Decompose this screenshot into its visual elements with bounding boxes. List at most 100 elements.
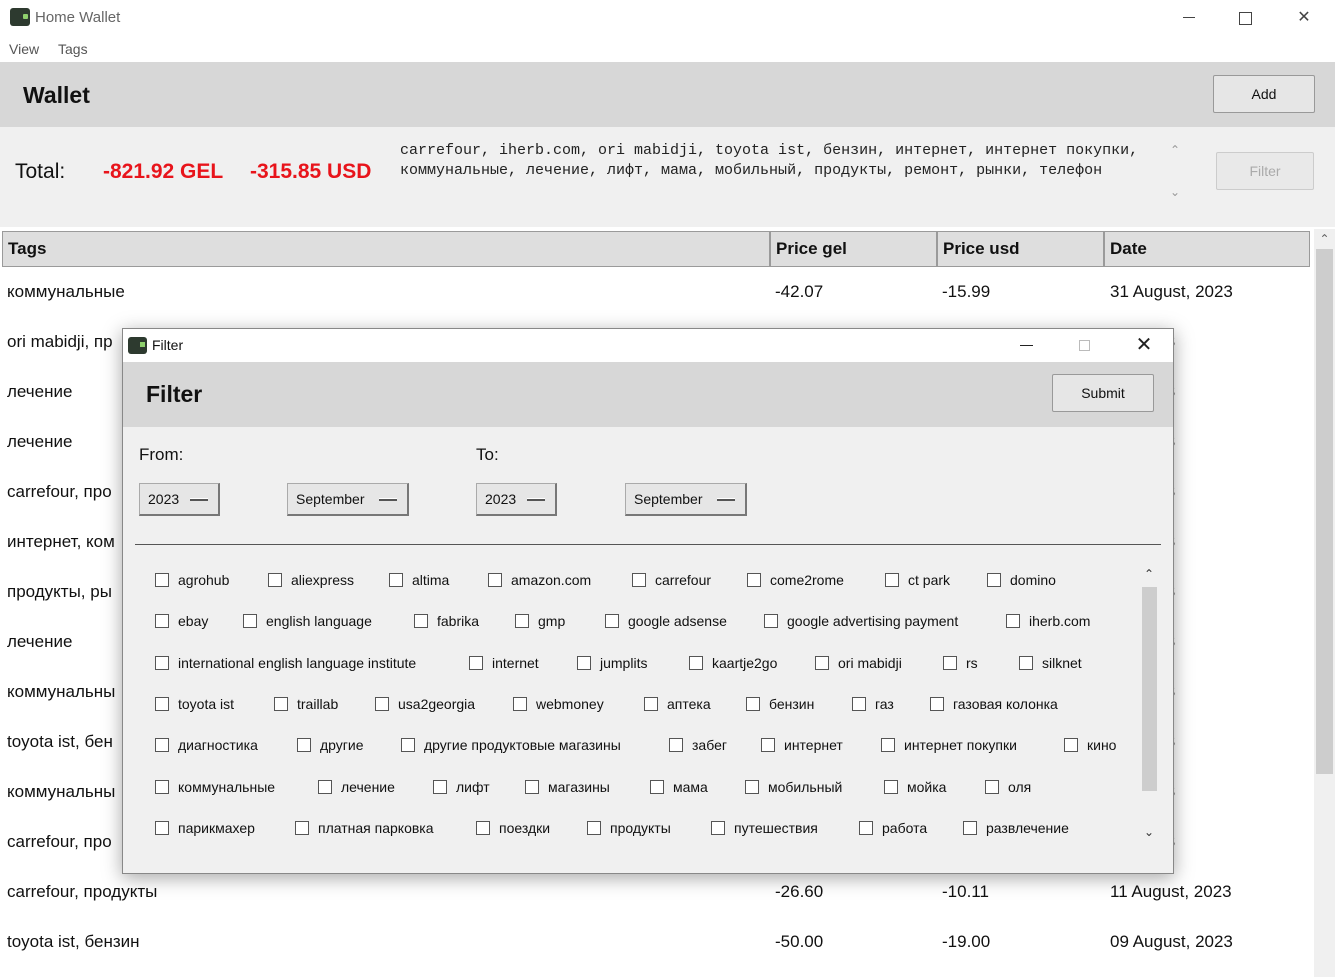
dropdown-icon — [379, 498, 397, 501]
checkbox-box[interactable] — [433, 779, 447, 794]
checkbox-box[interactable] — [155, 738, 169, 753]
cell-date: 31 August, 2023 — [1110, 282, 1233, 301]
checkbox-box[interactable] — [985, 779, 999, 794]
checkbox-box[interactable] — [389, 573, 403, 587]
checkbox-box[interactable] — [515, 614, 529, 629]
checkbox-box[interactable] — [476, 820, 490, 835]
to-year-select[interactable]: 2023 — [476, 483, 557, 516]
checkbox-box[interactable] — [155, 655, 169, 670]
checkbox-box[interactable] — [375, 696, 389, 711]
scrollbar-thumb[interactable] — [1142, 587, 1157, 791]
checkbox-box[interactable] — [885, 573, 899, 587]
checkbox-box[interactable] — [401, 738, 415, 753]
checkbox-box[interactable] — [295, 820, 309, 835]
checkbox-box[interactable] — [815, 655, 829, 670]
checklist-scrollbar[interactable]: ⌃ ⌄ — [1140, 565, 1158, 850]
checkbox-box[interactable] — [318, 779, 332, 794]
tags-summary: carrefour, iherb.com, ori mabidji, toyot… — [400, 142, 1139, 179]
checkbox-box[interactable] — [747, 573, 761, 587]
wallet-header: Wallet Add — [0, 62, 1335, 127]
checkbox-box[interactable] — [274, 696, 288, 711]
checkbox-box[interactable] — [632, 573, 646, 587]
checkbox-box[interactable] — [513, 696, 527, 711]
checkbox-label: газовая колонка — [953, 695, 1058, 712]
checkbox-box[interactable] — [155, 696, 169, 711]
scroll-up-icon[interactable]: ⌃ — [1140, 567, 1158, 581]
add-button[interactable]: Add — [1213, 75, 1315, 113]
scrollbar-thumb[interactable] — [1316, 249, 1333, 774]
table-row[interactable]: carrefour, продукты -26.60 -10.11 11 August… — [0, 867, 1312, 917]
checkbox-box[interactable] — [605, 614, 619, 629]
checkbox-box[interactable] — [764, 614, 778, 629]
checkbox-box[interactable] — [297, 738, 311, 753]
checkbox-box[interactable] — [852, 696, 866, 711]
column-header-price-usd[interactable]: Price usd — [937, 231, 1104, 267]
checkbox-box[interactable] — [711, 820, 725, 835]
from-month-select[interactable]: September — [287, 483, 409, 516]
from-year-select[interactable]: 2023 — [139, 483, 220, 516]
checkbox-box[interactable] — [155, 779, 169, 794]
table-row[interactable]: toyota ist, бензин -50.00 -19.00 09 August,… — [0, 917, 1312, 967]
to-month-select[interactable]: September — [625, 483, 747, 516]
checkbox-box[interactable] — [243, 614, 257, 629]
cell-tags: интернет, ком — [7, 532, 115, 551]
cell-price-usd: -10.11 — [942, 882, 989, 901]
scroll-down-icon[interactable]: ⌄ — [1140, 825, 1158, 839]
checkbox-box[interactable] — [155, 614, 169, 629]
checkbox-box[interactable] — [155, 820, 169, 835]
column-header-date[interactable]: Date — [1104, 231, 1310, 267]
checkbox-box[interactable] — [268, 573, 282, 587]
checkbox-box[interactable] — [689, 655, 703, 670]
checkbox-box[interactable] — [577, 655, 591, 670]
checkbox-label: парикмахер — [178, 819, 255, 836]
checkbox-box[interactable] — [987, 573, 1001, 587]
menu-tags[interactable]: Tags — [58, 41, 88, 57]
close-button[interactable]: ✕ — [1289, 6, 1319, 30]
checkbox-box[interactable] — [469, 655, 483, 670]
checkbox-label: мобильный — [768, 778, 843, 795]
checkbox-box[interactable] — [669, 738, 683, 753]
main-scrollbar[interactable]: ⌃ — [1314, 229, 1335, 977]
chevron-down-icon[interactable]: ⌄ — [1167, 185, 1183, 201]
column-header-price-gel[interactable]: Price gel — [770, 231, 937, 267]
dialog-close-button[interactable]: ✕ — [1133, 334, 1155, 356]
cell-tags: toyota ist, бензин — [7, 932, 140, 951]
checkbox-box[interactable] — [650, 779, 664, 794]
checkbox-box[interactable] — [884, 779, 898, 794]
checkbox-box[interactable] — [1064, 738, 1078, 753]
checkbox-box[interactable] — [761, 738, 775, 753]
submit-button[interactable]: Submit — [1052, 374, 1154, 412]
checkbox-box[interactable] — [1006, 614, 1020, 629]
checkbox-box[interactable] — [859, 820, 873, 835]
checkbox-box[interactable] — [963, 820, 977, 835]
menu-view[interactable]: View — [9, 41, 39, 57]
checkbox-box[interactable] — [644, 696, 658, 711]
column-header-tags[interactable]: Tags — [2, 231, 770, 267]
checkbox-box[interactable] — [414, 614, 428, 629]
checkbox-box[interactable] — [930, 696, 944, 711]
checkbox-label: лифт — [456, 778, 490, 795]
table-row[interactable]: коммунальные -42.07 -15.99 31 August, 2023 — [0, 267, 1312, 317]
cell-price-usd: -15.99 — [942, 282, 991, 301]
filter-button[interactable]: Filter — [1216, 152, 1314, 190]
checkbox-box[interactable] — [1019, 655, 1033, 670]
scroll-up-icon[interactable]: ⌃ — [1314, 232, 1335, 246]
checkbox-label: international english language institute — [178, 654, 417, 671]
checkbox-box[interactable] — [746, 696, 760, 711]
chevron-up-icon[interactable]: ⌃ — [1167, 143, 1183, 159]
checkbox-box[interactable] — [943, 655, 957, 670]
checkbox-box[interactable] — [745, 779, 759, 794]
minimize-button[interactable] — [1174, 6, 1204, 30]
checkbox-label: поездки — [499, 819, 551, 836]
checkbox-box[interactable] — [525, 779, 539, 794]
maximize-button[interactable] — [1230, 6, 1260, 30]
checkbox-box[interactable] — [488, 573, 502, 587]
checkbox-box[interactable] — [881, 738, 895, 753]
checkbox-label: интернет — [784, 737, 843, 754]
checkbox-box[interactable] — [155, 573, 169, 587]
checkbox-label: toyota ist — [178, 695, 235, 712]
checkbox-label: работа — [882, 819, 928, 836]
checkbox-label: gmp — [538, 613, 566, 630]
dialog-minimize-button[interactable] — [1020, 345, 1033, 346]
checkbox-box[interactable] — [587, 820, 601, 835]
